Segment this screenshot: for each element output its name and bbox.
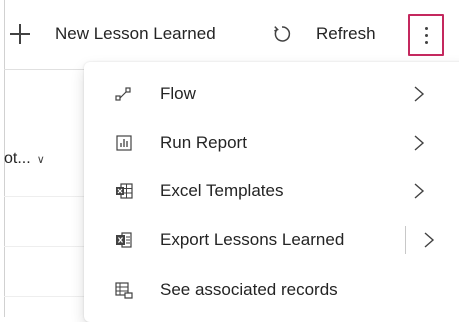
row-divider [4, 196, 84, 197]
more-vertical-icon [424, 26, 428, 44]
column-header-label: ot... [4, 150, 31, 167]
chevron-right-icon[interactable] [422, 230, 436, 250]
menu-item-label: Run Report [160, 133, 247, 152]
row-divider [4, 296, 84, 297]
excel-export-icon [116, 232, 132, 248]
menu-item-label: Flow [160, 84, 196, 103]
app-frame: New Lesson Learned Refresh ot... ∨ Flow … [0, 0, 459, 322]
menu-item-export-lessons-learned[interactable]: Export Lessons Learned [84, 216, 459, 264]
menu-item-label: Export Lessons Learned [160, 230, 345, 249]
chevron-right-icon [414, 135, 425, 151]
more-dot [424, 26, 428, 30]
more-dot [424, 40, 428, 44]
report-icon [116, 135, 132, 151]
refresh-label: Refresh [316, 24, 376, 43]
new-lesson-learned-label: New Lesson Learned [55, 24, 216, 43]
chevron-right-icon [414, 183, 425, 199]
column-header[interactable]: ot... ∨ [4, 150, 45, 168]
more-dot [424, 33, 428, 37]
menu-item-run-report[interactable]: Run Report [84, 119, 459, 167]
chevron-down-icon: ∨ [36, 153, 45, 166]
overflow-menu: Flow Run Report Excel Templates Export L… [84, 62, 459, 322]
more-commands-button[interactable] [408, 14, 444, 56]
excel-icon [116, 183, 133, 199]
split-divider [405, 226, 406, 254]
menu-item-excel-templates[interactable]: Excel Templates [84, 167, 459, 215]
command-bar: New Lesson Learned Refresh [0, 0, 459, 70]
menu-item-label: See associated records [160, 280, 338, 299]
chevron-right-icon [414, 86, 425, 102]
plus-icon [10, 24, 30, 44]
flow-icon [115, 87, 131, 101]
menu-item-see-associated-records[interactable]: See associated records [84, 266, 459, 314]
new-lesson-learned-button[interactable]: New Lesson Learned [10, 18, 216, 50]
menu-item-flow[interactable]: Flow [84, 70, 459, 118]
associated-records-icon [115, 282, 133, 299]
refresh-icon [274, 26, 291, 42]
row-divider [4, 246, 84, 247]
refresh-button[interactable]: Refresh [272, 18, 376, 50]
menu-item-label: Excel Templates [160, 181, 284, 200]
